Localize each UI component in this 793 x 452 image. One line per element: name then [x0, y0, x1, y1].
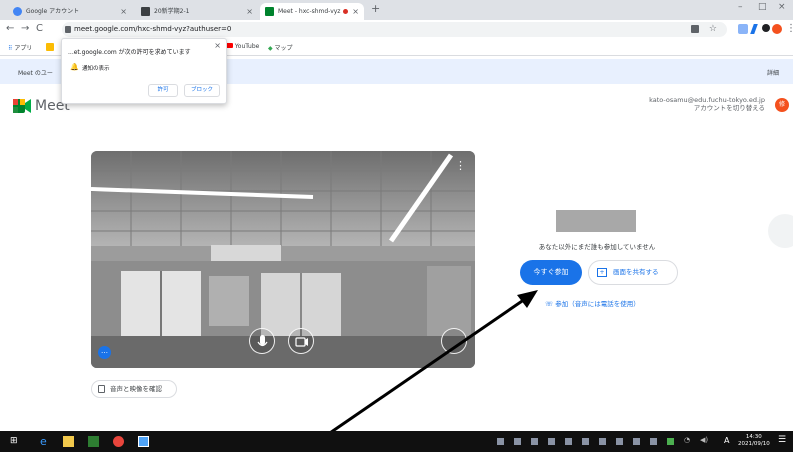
- phone-join-label: 参加（音声には電話を使用）: [555, 300, 640, 308]
- ime-indicator[interactable]: A: [724, 436, 729, 445]
- chrome-icon[interactable]: [113, 436, 124, 447]
- file-explorer-icon[interactable]: [63, 436, 74, 447]
- tab-label: 20新学期2-1: [154, 8, 190, 15]
- microphone-button[interactable]: [249, 328, 275, 354]
- video-preview: ⋮ …: [91, 151, 475, 368]
- meet-favicon-icon: [265, 7, 274, 16]
- volume-icon[interactable]: ◀): [700, 436, 708, 444]
- side-decoration: [768, 214, 793, 248]
- notice-details-link[interactable]: 詳細: [767, 68, 779, 77]
- phone-icon: ☏: [545, 300, 556, 308]
- back-icon[interactable]: ←: [6, 23, 14, 34]
- account-email: kato-osamu@edu.fuchu-tokyo.ed.jp: [649, 96, 765, 104]
- tray-icon[interactable]: [599, 438, 606, 445]
- google-favicon-icon: [13, 7, 22, 16]
- camera-indicator-icon[interactable]: [691, 25, 699, 33]
- tray-icon[interactable]: [565, 438, 572, 445]
- popup-close-icon[interactable]: ×: [214, 41, 221, 50]
- close-icon[interactable]: ×: [246, 3, 253, 20]
- clock-date: 2021/09/10: [738, 441, 770, 447]
- notification-center-icon[interactable]: ☰: [778, 435, 786, 445]
- minimize-icon[interactable]: –: [738, 2, 743, 12]
- present-button[interactable]: + 画面を共有する: [588, 260, 678, 285]
- youtube-icon: [226, 43, 233, 48]
- star-icon[interactable]: ☆: [709, 22, 717, 37]
- tray-icon[interactable]: [616, 438, 623, 445]
- address-bar[interactable]: meet.google.com/hxc-shmd-vyz?authuser=0 …: [62, 22, 727, 37]
- check-av-label: 音声と映像を確認: [110, 385, 162, 393]
- tab-classroom[interactable]: 20新学期2-1 ×: [136, 3, 258, 20]
- tab-google-account[interactable]: Google アカウント ×: [8, 3, 132, 20]
- camera-feed-image: [91, 151, 475, 368]
- maximize-icon[interactable]: □: [758, 2, 767, 12]
- settings-button[interactable]: [441, 328, 467, 354]
- meet-logo-icon: [13, 99, 31, 113]
- tab-strip: Google アカウント × 20新学期2-1 × Meet - hxc-shm…: [0, 0, 793, 20]
- microphone-icon: [257, 335, 268, 347]
- effects-icon[interactable]: …: [98, 346, 111, 359]
- browser-toolbar: ← → C meet.google.com/hxc-shmd-vyz?authu…: [0, 20, 793, 39]
- menu-dots-icon[interactable]: ⋮: [786, 23, 793, 34]
- notification-permission-popup: ...et.google.com が次の許可を求めています × 🔔 通知の表示 …: [61, 38, 227, 104]
- app-icon[interactable]: [88, 436, 99, 447]
- forward-icon[interactable]: →: [21, 23, 29, 34]
- tray-icon[interactable]: [633, 438, 640, 445]
- tab-label: Meet - hxc-shmd-vyz: [278, 8, 341, 15]
- edge-icon[interactable]: e: [40, 436, 51, 447]
- allow-button[interactable]: 許可: [148, 84, 178, 97]
- meeting-name-redacted: [556, 210, 636, 232]
- windows-taskbar: ⊞ e ◔ ◀) A 14:30 2021/09/10 ☰: [0, 431, 793, 452]
- tray-icon[interactable]: [667, 438, 674, 445]
- present-screen-icon: +: [597, 268, 607, 277]
- puzzle-icon[interactable]: [762, 24, 770, 32]
- bookmark-youtube[interactable]: YouTube: [226, 43, 259, 50]
- url-text: meet.google.com/hxc-shmd-vyz?authuser=0: [74, 25, 232, 33]
- extension-icon[interactable]: [738, 24, 748, 34]
- notice-text: Meet のユー: [18, 70, 53, 77]
- phone-join-link[interactable]: ☏ 参加（音声には電話を使用）: [545, 298, 640, 308]
- no-participants-text: あなた以外にまだ誰も参加していません: [538, 243, 656, 251]
- profile-icon[interactable]: [772, 24, 782, 34]
- account-info: kato-osamu@edu.fuchu-tokyo.ed.jp アカウントを切…: [649, 96, 765, 112]
- bell-icon: 🔔: [70, 63, 79, 71]
- camera-icon: [295, 337, 308, 347]
- windows-start-icon[interactable]: ⊞: [10, 436, 18, 446]
- present-button-label: 画面を共有する: [613, 268, 659, 276]
- close-icon[interactable]: ×: [352, 3, 359, 20]
- block-button[interactable]: ブロック: [184, 84, 220, 97]
- tray-icon[interactable]: [497, 438, 504, 445]
- pen-extension-icon[interactable]: [750, 24, 758, 34]
- popup-title: ...et.google.com が次の許可を求めています: [68, 49, 191, 56]
- tab-meet[interactable]: Meet - hxc-shmd-vyz ×: [260, 3, 364, 20]
- window-close-icon[interactable]: ×: [778, 2, 786, 12]
- camera-button[interactable]: [288, 328, 314, 354]
- avatar[interactable]: 修: [775, 98, 789, 112]
- popup-item: 通知の表示: [82, 66, 110, 72]
- active-window-icon[interactable]: [138, 436, 149, 447]
- audio-video-check-icon: [98, 385, 105, 393]
- taskbar-clock[interactable]: 14:30 2021/09/10: [738, 434, 770, 448]
- classroom-favicon-icon: [141, 7, 150, 16]
- tray-icon[interactable]: [650, 438, 657, 445]
- tray-icon[interactable]: [514, 438, 521, 445]
- close-icon[interactable]: ×: [120, 3, 127, 20]
- reload-icon[interactable]: C: [36, 23, 43, 34]
- tray-icon[interactable]: [582, 438, 589, 445]
- new-tab-icon[interactable]: +: [371, 2, 380, 15]
- switch-account-link[interactable]: アカウントを切り替える: [649, 104, 765, 112]
- more-options-icon[interactable]: ⋮: [455, 159, 466, 172]
- network-icon[interactable]: ◔: [684, 436, 690, 444]
- lock-icon: [65, 26, 71, 33]
- bookmark-maps[interactable]: ◆ マップ: [268, 43, 293, 52]
- join-now-button[interactable]: 今すぐ参加: [520, 260, 582, 285]
- maps-icon: ◆: [268, 45, 273, 52]
- clock-time: 14:30: [745, 434, 762, 440]
- folder-icon[interactable]: [46, 43, 54, 51]
- tab-label: Google アカウント: [26, 8, 80, 15]
- tray-icon[interactable]: [531, 438, 538, 445]
- tray-icon[interactable]: [548, 438, 555, 445]
- recording-dot-icon: [343, 9, 348, 14]
- check-audio-video-button[interactable]: 音声と映像を確認: [91, 380, 177, 398]
- bookmark-apps[interactable]: ⠿ アプリ: [8, 43, 32, 52]
